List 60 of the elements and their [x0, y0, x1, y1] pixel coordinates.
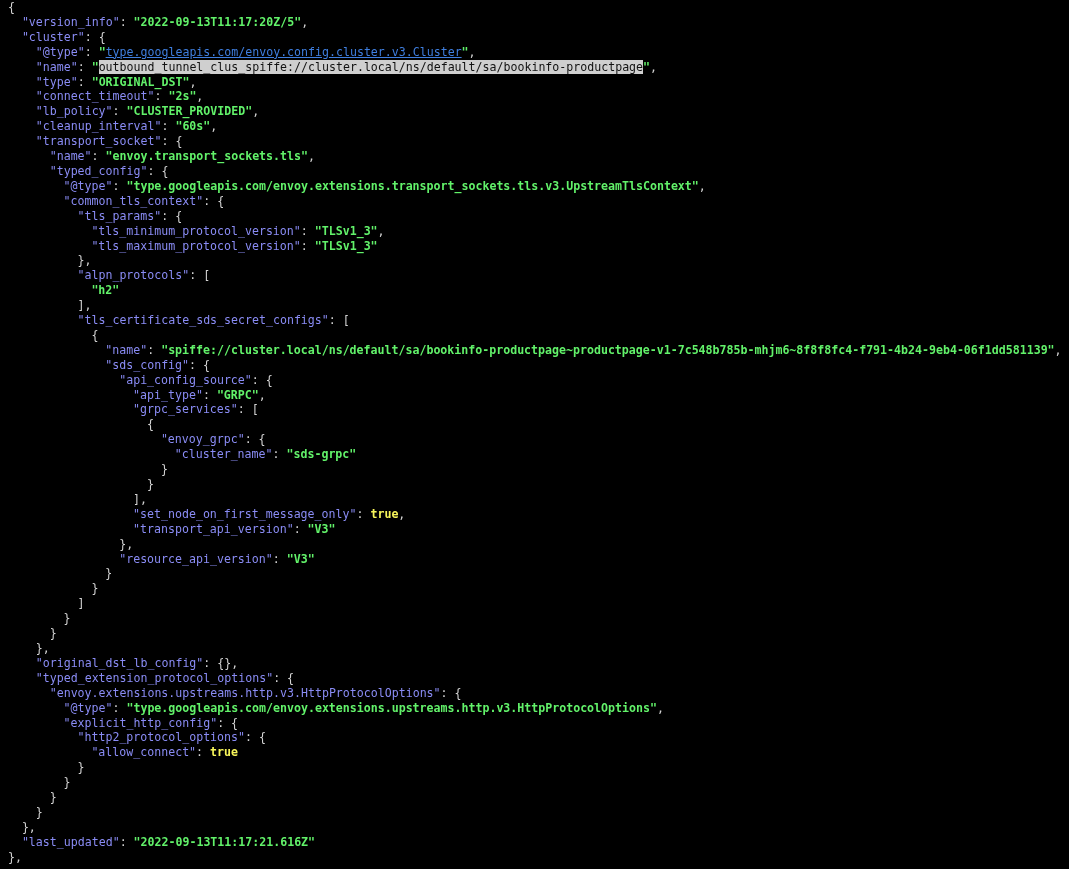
- code-line: "original_dst_lb_config": {},: [34, 655, 239, 671]
- code-line: "transport_api_version": "V3": [132, 521, 336, 537]
- code-line: }: [104, 566, 113, 582]
- code-line: }: [62, 611, 71, 627]
- code-line: "set_node_on_first_message_only": true,: [132, 506, 406, 522]
- code-line: }: [76, 760, 85, 776]
- code-line: }: [62, 775, 71, 791]
- code-line: },: [118, 536, 134, 552]
- code-line: }: [48, 790, 57, 805]
- code-line: {: [7, 0, 15, 15]
- code-line: "cleanup_interval": "60s",: [34, 119, 218, 135]
- code-line: {: [90, 327, 99, 343]
- code-line: ]: [76, 596, 85, 612]
- code-line: "lb_policy": "CLUSTER_PROVIDED",: [34, 104, 260, 120]
- code-line: "typed_config": {: [48, 163, 169, 179]
- code-line: }: [48, 626, 57, 641]
- code-line: "api_config_source": {: [118, 372, 273, 388]
- code-line: "envoy.extensions.upstreams.http.v3.HttpProtocolOptions": {: [48, 685, 462, 701]
- code-line: "typed_extension_protocol_options": {: [34, 670, 295, 686]
- code-line: "@type": "type.googleapis.com/envoy.config.cluster.v3.Cluster",: [34, 44, 476, 60]
- code-line: "cluster_name": "sds-grpc": [173, 447, 357, 463]
- code-line: "http2_protocol_options": {: [76, 730, 266, 746]
- code-line: "version_info": "2022-09-13T11:17:20Z/5",: [20, 14, 309, 30]
- code-line: "alpn_protocols": [: [76, 268, 211, 284]
- code-line: }: [34, 804, 43, 820]
- code-line: "envoy_grpc": {: [159, 432, 266, 448]
- code-line: {: [146, 417, 154, 433]
- code-line: "resource_api_version": "V3": [118, 551, 315, 567]
- code-line: "explicit_http_config": {: [62, 715, 239, 731]
- code-line: }: [90, 581, 99, 597]
- code-line: "transport_socket": {: [34, 134, 183, 150]
- code-line: "name": "envoy.transport_sockets.tls",: [48, 149, 315, 164]
- code-line: "api_type": "GRPC",: [132, 387, 266, 403]
- code-line: "name": "outbound_tunnel_clus_spiffe://cluster.local/ns/default/sa/bookinfo-productpage",: [34, 59, 658, 75]
- url-link[interactable]: type.googleapis.com/envoy.config.cluster.v3.Cluster: [105, 44, 462, 59]
- code-line: "common_tls_context": {: [62, 193, 225, 209]
- code-line: ],: [132, 491, 148, 507]
- code-line: ],: [76, 298, 92, 314]
- code-line: "cluster": {: [20, 29, 106, 45]
- code-line: "grpc_services": [: [132, 402, 259, 418]
- code-line: }: [159, 462, 168, 477]
- code-line: "sds_config": {: [104, 357, 210, 373]
- code-line: "@type": "type.googleapis.com/envoy.extensions.transport_sockets.tls.v3.UpstreamTlsContext",: [62, 178, 706, 194]
- code-line: },: [7, 849, 22, 865]
- code-line: "allow_connect": true: [90, 745, 238, 761]
- code-line: "@type": "type.googleapis.com/envoy.extensions.upstreams.http.v3.HttpProtocolOptions",: [62, 700, 664, 716]
- code-line: "last_updated": "2022-09-13T11:17:21.616Z": [20, 834, 316, 850]
- code-line: "h2": [90, 283, 120, 299]
- code-line: "tls_certificate_sds_secret_configs": [: [76, 313, 350, 328]
- code-line: "tls_maximum_protocol_version": "TLSv1_3": [90, 238, 378, 254]
- selected-text: outbound_tunnel_clus_spiffe://cluster.local/ns/default/sa/bookinfo-productpage: [98, 59, 644, 74]
- code-line: },: [76, 253, 92, 269]
- code-line: },: [20, 819, 36, 835]
- code-line: "connect_timeout": "2s",: [34, 89, 204, 105]
- code-line: }: [146, 477, 154, 492]
- code-line: },: [34, 640, 50, 656]
- code-line: "tls_params": {: [76, 208, 183, 224]
- code-line: "type": "ORIGINAL_DST",: [34, 74, 197, 90]
- code-line: "tls_minimum_protocol_version": "TLSv1_3",: [90, 223, 385, 239]
- code-line: "name": "spiffe://cluster.local/ns/default/sa/bookinfo-productpage~productpage-v1-7c548b785b-mhjm6~8f8f8fc4-f791-4b24-9eb4-06f1dd581139",: [104, 342, 1062, 358]
